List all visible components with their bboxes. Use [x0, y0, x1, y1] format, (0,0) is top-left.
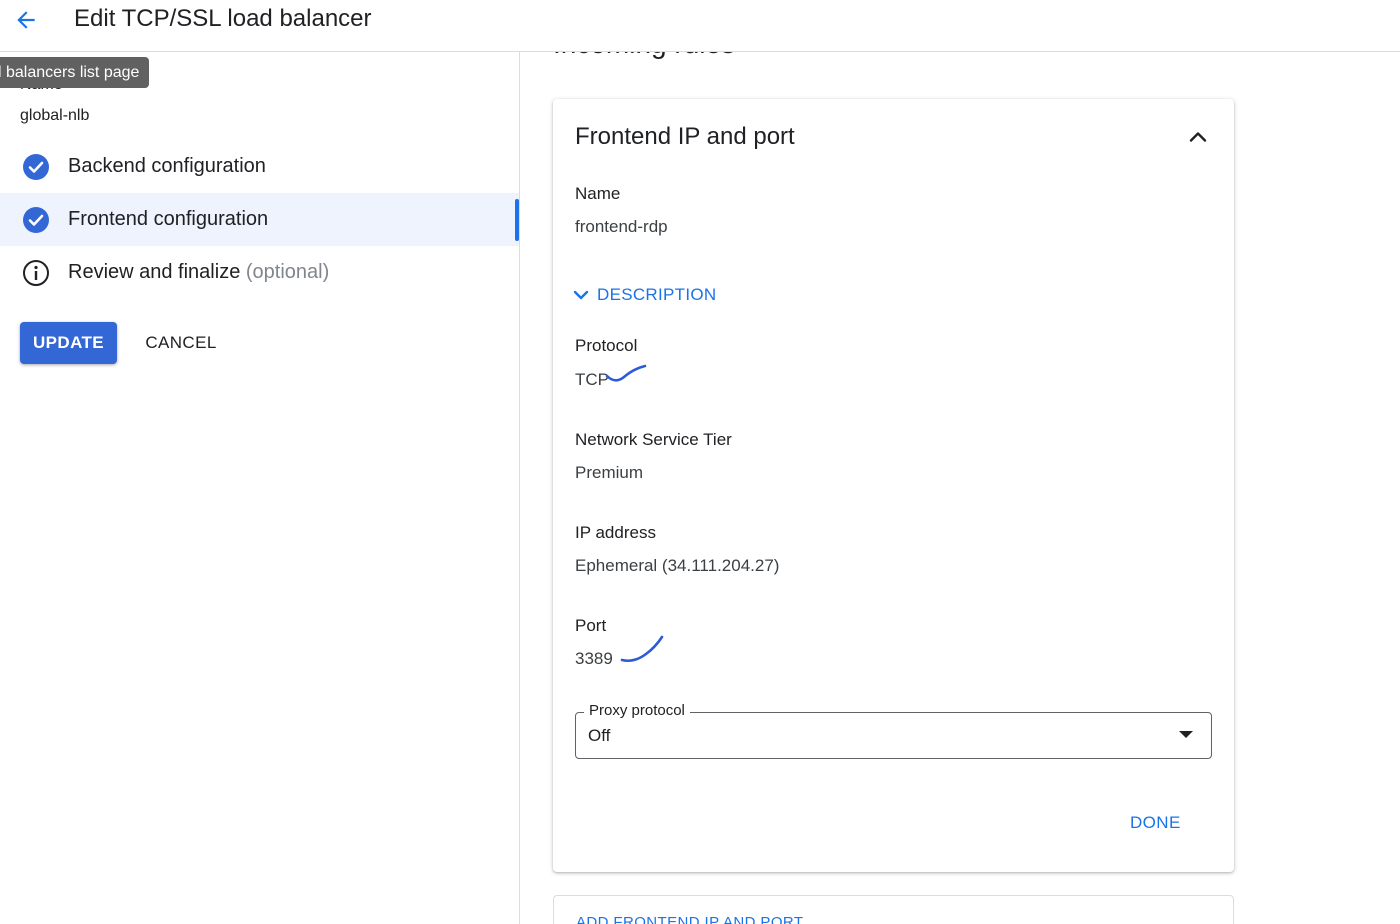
protocol-value: TCP: [575, 370, 609, 389]
port-value: 3389: [575, 649, 613, 668]
step-review-and-finalize[interactable]: Review and finalize (optional): [0, 246, 519, 299]
chevron-up-icon[interactable]: [1182, 121, 1214, 153]
add-frontend-ip-port-button[interactable]: ADD FRONTEND IP AND PORT: [576, 914, 803, 924]
arrow-back-icon: [17, 11, 35, 29]
frontend-ip-port-card: Frontend IP and port Name frontend-rdp D…: [553, 99, 1234, 872]
chevron-down-icon: [573, 290, 589, 300]
proxy-protocol-value: Off: [588, 726, 611, 745]
protocol-label: Protocol: [575, 336, 638, 355]
network-tier-value: Premium: [575, 463, 644, 482]
check-circle-icon: [22, 206, 50, 234]
back-button-tooltip: l balancers list page: [0, 57, 150, 88]
info-icon: [22, 259, 50, 287]
proxy-protocol-label: Proxy protocol: [584, 702, 690, 719]
dropdown-arrow-icon: [1179, 731, 1193, 738]
active-step-indicator: [515, 199, 519, 241]
add-frontend-card: ADD FRONTEND IP AND PORT: [553, 895, 1234, 924]
proxy-protocol-select[interactable]: Proxy protocol Off: [575, 702, 1212, 759]
left-stepper-panel: Name global-nlb Backend configuration Fr…: [0, 52, 520, 924]
done-button[interactable]: DONE: [1130, 813, 1181, 833]
ip-address-label: IP address: [575, 523, 656, 542]
port-label: Port: [575, 616, 607, 635]
step-backend-configuration[interactable]: Backend configuration: [0, 140, 519, 193]
check-circle-icon: [22, 153, 50, 181]
name-label: Name: [575, 184, 621, 203]
name-value: frontend-rdp: [575, 217, 668, 236]
step-label: Backend configuration: [68, 155, 266, 177]
step-label: Frontend configuration: [68, 208, 269, 230]
card-title: Frontend IP and port: [575, 123, 795, 150]
step-frontend-configuration[interactable]: Frontend configuration: [0, 193, 519, 246]
back-button[interactable]: [10, 4, 42, 36]
cancel-button[interactable]: CANCEL: [136, 322, 226, 364]
optional-tag: (optional): [245, 261, 330, 283]
lb-name-value: global-nlb: [20, 107, 90, 124]
ip-address-value: Ephemeral (34.111.204.27): [575, 556, 780, 575]
top-app-bar: Edit TCP/SSL load balancer: [0, 0, 1400, 52]
update-button[interactable]: UPDATE: [20, 322, 117, 364]
network-tier-label: Network Service Tier: [575, 430, 732, 449]
step-label: Review and finalize (optional): [68, 261, 330, 283]
page-title: Edit TCP/SSL load balancer: [74, 5, 372, 32]
description-toggle[interactable]: DESCRIPTION: [571, 285, 716, 305]
